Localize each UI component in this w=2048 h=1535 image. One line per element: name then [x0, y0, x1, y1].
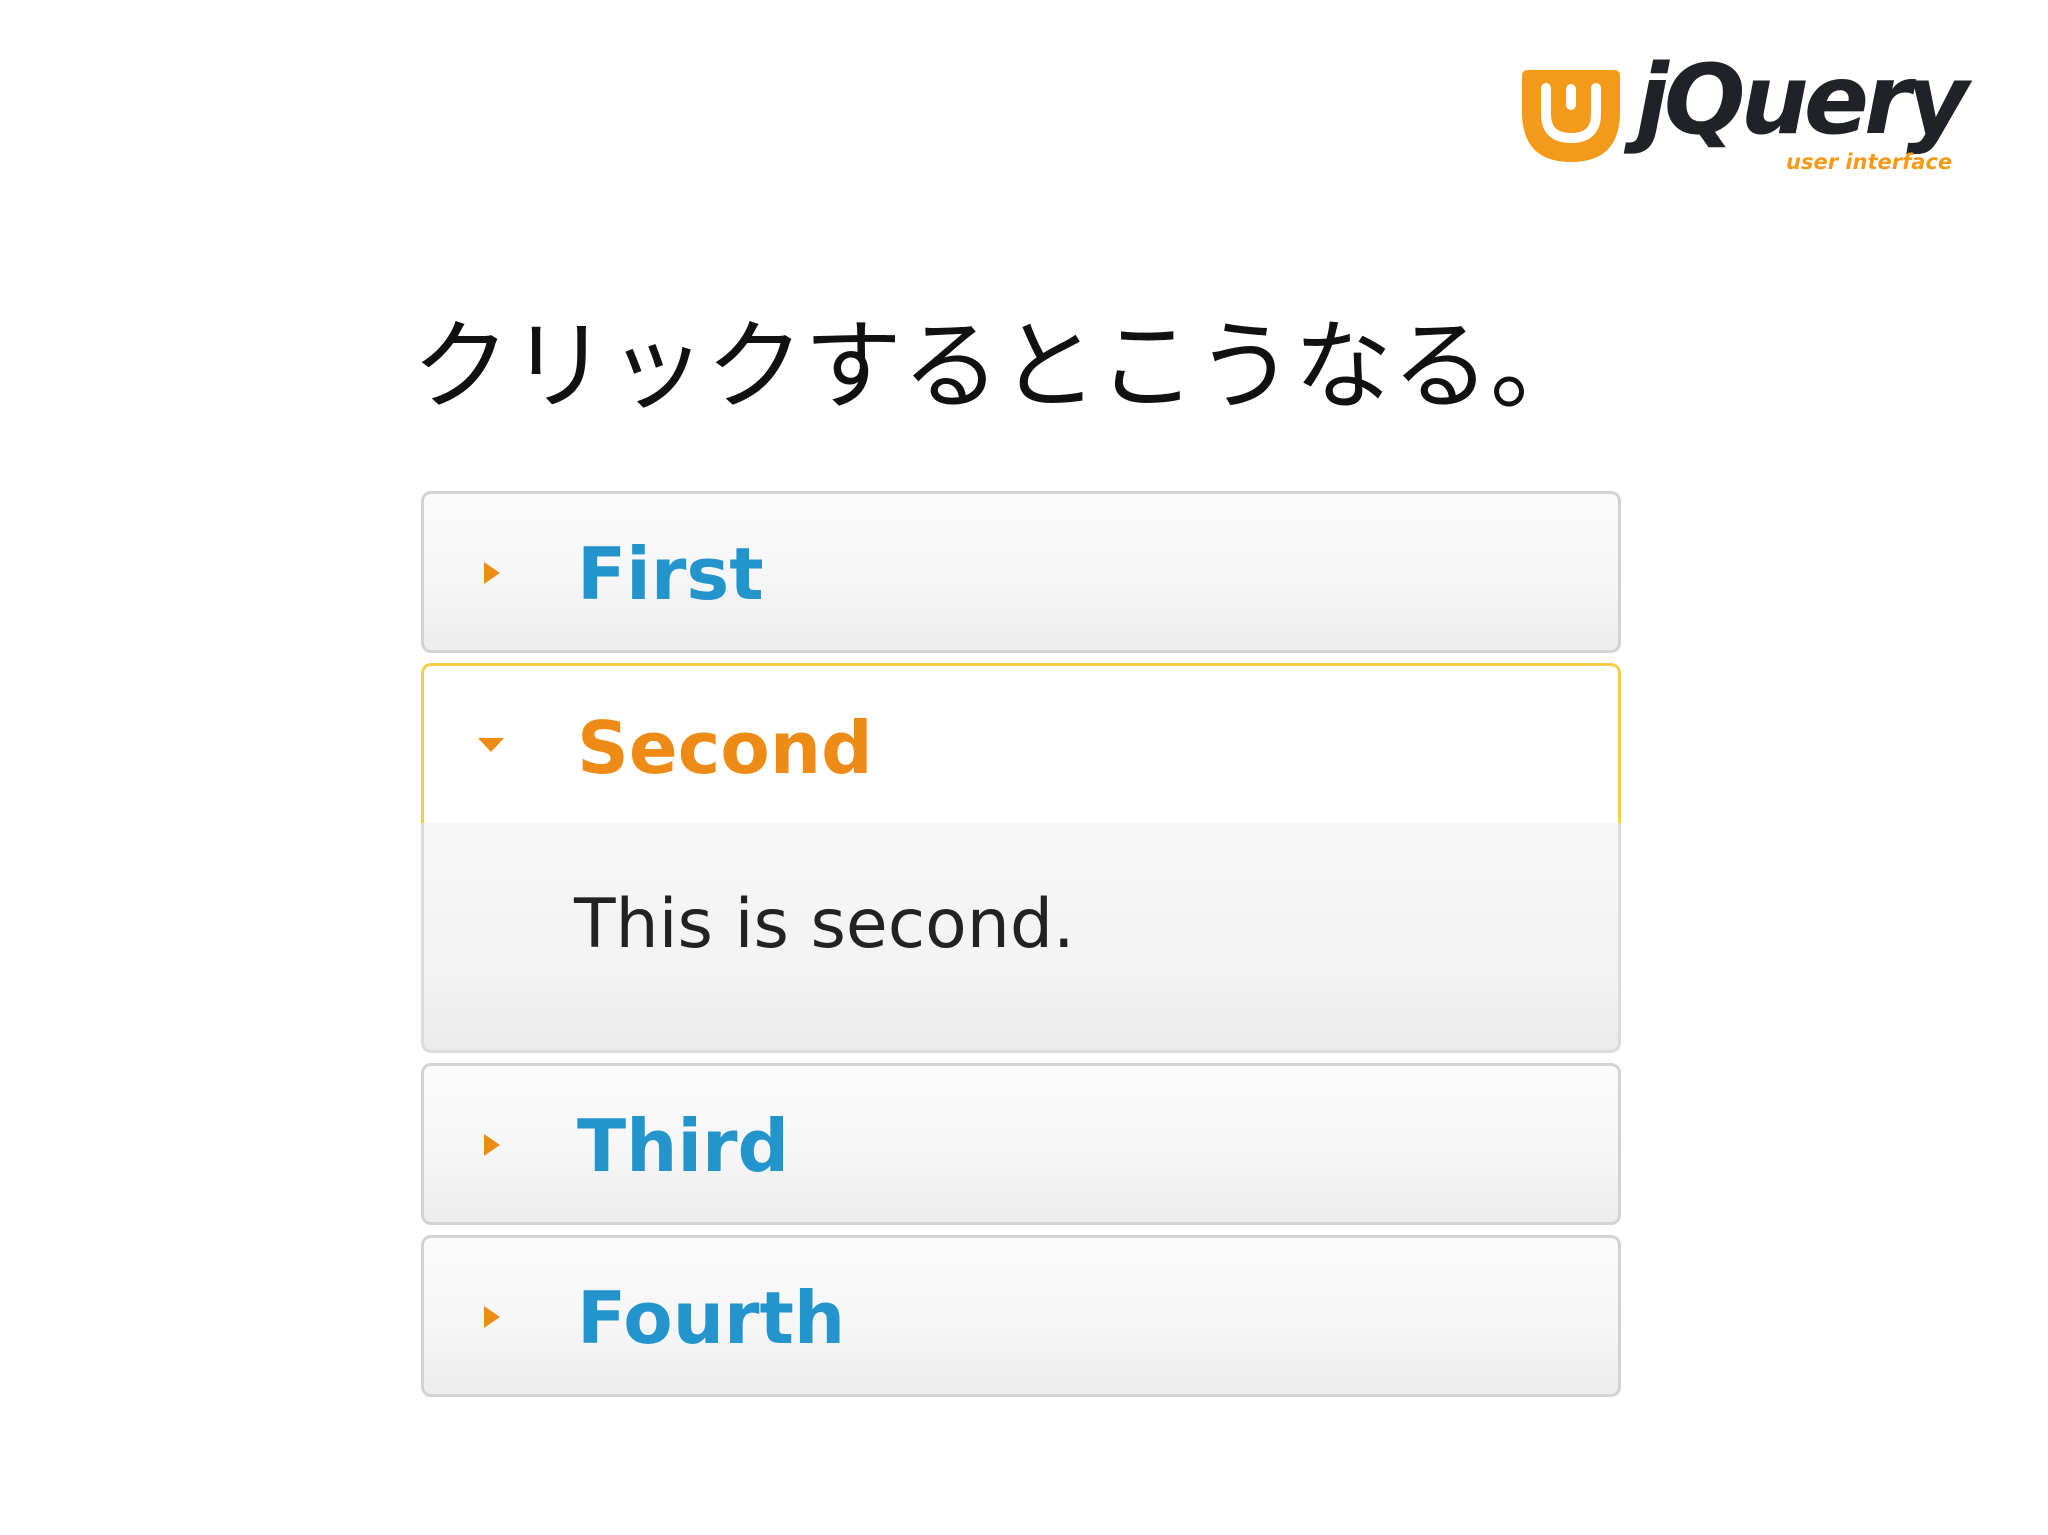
accordion-label-third: Third	[577, 1104, 790, 1188]
accordion-header-fourth[interactable]: Fourth	[421, 1235, 1621, 1397]
jquery-ui-logo: jQuery user interface	[1516, 52, 1986, 186]
logo-tagline: user interface	[1786, 150, 1953, 174]
triangle-right-icon	[482, 1132, 502, 1158]
accordion-panel-text: This is second.	[574, 885, 1075, 964]
triangle-right-icon	[482, 1304, 502, 1330]
jquery-ui-logo-icon	[1522, 70, 1620, 162]
triangle-down-icon	[476, 736, 504, 762]
accordion-header-second[interactable]: Second	[421, 663, 1621, 823]
accordion-label-second: Second	[577, 706, 873, 790]
accordion-label-first: First	[577, 532, 764, 616]
accordion-header-first[interactable]: First	[421, 491, 1621, 653]
accordion-label-fourth: Fourth	[577, 1276, 846, 1360]
accordion: First Second This is second. Third Fourt…	[421, 491, 1621, 1407]
triangle-right-icon	[482, 560, 502, 586]
logo-wordmark: jQuery	[1636, 44, 1969, 156]
accordion-header-third[interactable]: Third	[421, 1063, 1621, 1225]
slide-heading: クリックするとこうなる。	[412, 310, 1589, 424]
accordion-panel-second: This is second.	[421, 823, 1621, 1053]
